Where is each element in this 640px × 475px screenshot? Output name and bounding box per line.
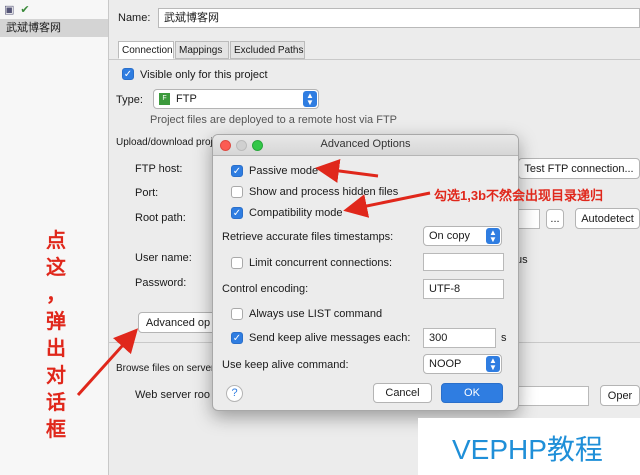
annotation-char: 出 <box>46 338 66 360</box>
annotation-char: 框 <box>46 419 66 441</box>
arrow-compat-mode <box>343 191 431 218</box>
arrow-advanced-button <box>76 328 139 397</box>
annotation-char: 对 <box>46 365 66 387</box>
annotation-char: 话 <box>46 392 66 414</box>
annotation-char: 弹 <box>46 311 66 333</box>
watermark-box: VEPHP教程 <box>418 418 640 475</box>
annotation-char: 这 <box>46 257 66 279</box>
watermark-text: VEPHP教程 <box>452 434 603 465</box>
arrow-passive-mode <box>315 159 379 183</box>
annotation-char: 点 <box>46 230 66 252</box>
annotation-char: ， <box>46 284 66 306</box>
annotation-left-note: 点 这 ， 弹 出 对 话 框 <box>42 228 70 444</box>
annotation-right-note: 勾选1,3b不然会出现目录递归 <box>434 188 604 203</box>
annotation-arrows <box>76 159 431 397</box>
